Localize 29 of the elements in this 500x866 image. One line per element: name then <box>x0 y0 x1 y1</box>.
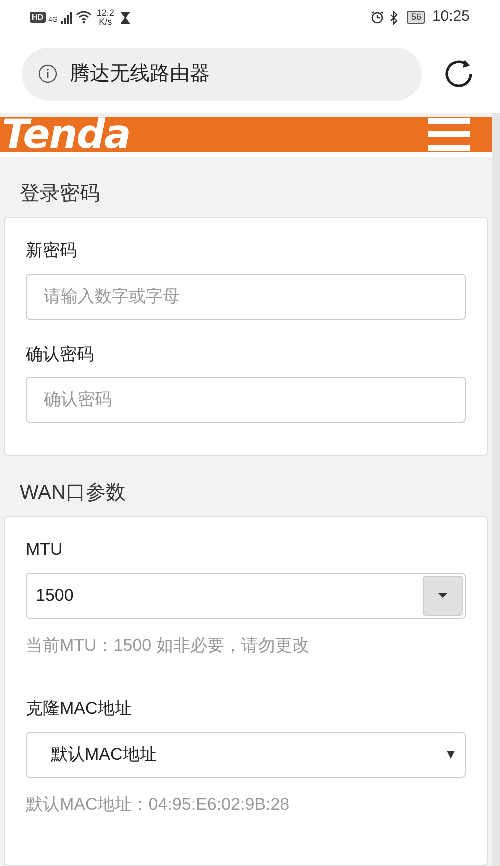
logo: Tenda <box>2 117 132 152</box>
combo-field[interactable]: 1500 <box>26 572 466 618</box>
hd-icon: HD <box>30 12 46 23</box>
speed-unit: K/s <box>99 18 112 26</box>
clock: 10:25 <box>432 7 470 28</box>
help-text: 当前MTU：1500 如非必要，请勿更改 <box>26 634 310 656</box>
caret-icon <box>447 750 455 758</box>
wifi-icon <box>76 11 92 24</box>
help-text: 默认MAC地址：04:95:E6:02:9B:28 <box>26 794 291 816</box>
bluetooth-icon <box>389 10 400 24</box>
caret-icon <box>438 593 448 598</box>
input-field[interactable]: 请输入数字或字母 <box>26 274 466 320</box>
input-field[interactable]: 确认密码 <box>26 377 466 423</box>
page-title: 腾达无线路由器 <box>70 62 210 87</box>
speed-value: 12.2 <box>96 8 114 18</box>
hourglass-icon <box>121 12 130 24</box>
field-label: 确认密码 <box>26 344 95 366</box>
signal-icon <box>60 12 73 24</box>
field-label: 克隆MAC地址 <box>26 698 133 720</box>
field-label: 新密码 <box>26 240 78 262</box>
section-title: 登录密码 <box>19 182 101 207</box>
section-title: WAN口参数 <box>19 481 127 506</box>
alarm-icon <box>371 11 384 24</box>
select-field[interactable]: 默认MAC地址 <box>26 732 466 778</box>
address-bar[interactable]: 腾达无线路由器 <box>22 48 422 100</box>
info-icon <box>38 64 58 84</box>
menu-icon[interactable] <box>428 118 470 152</box>
battery-icon: 56 <box>407 11 426 24</box>
field-label: MTU <box>26 539 64 561</box>
